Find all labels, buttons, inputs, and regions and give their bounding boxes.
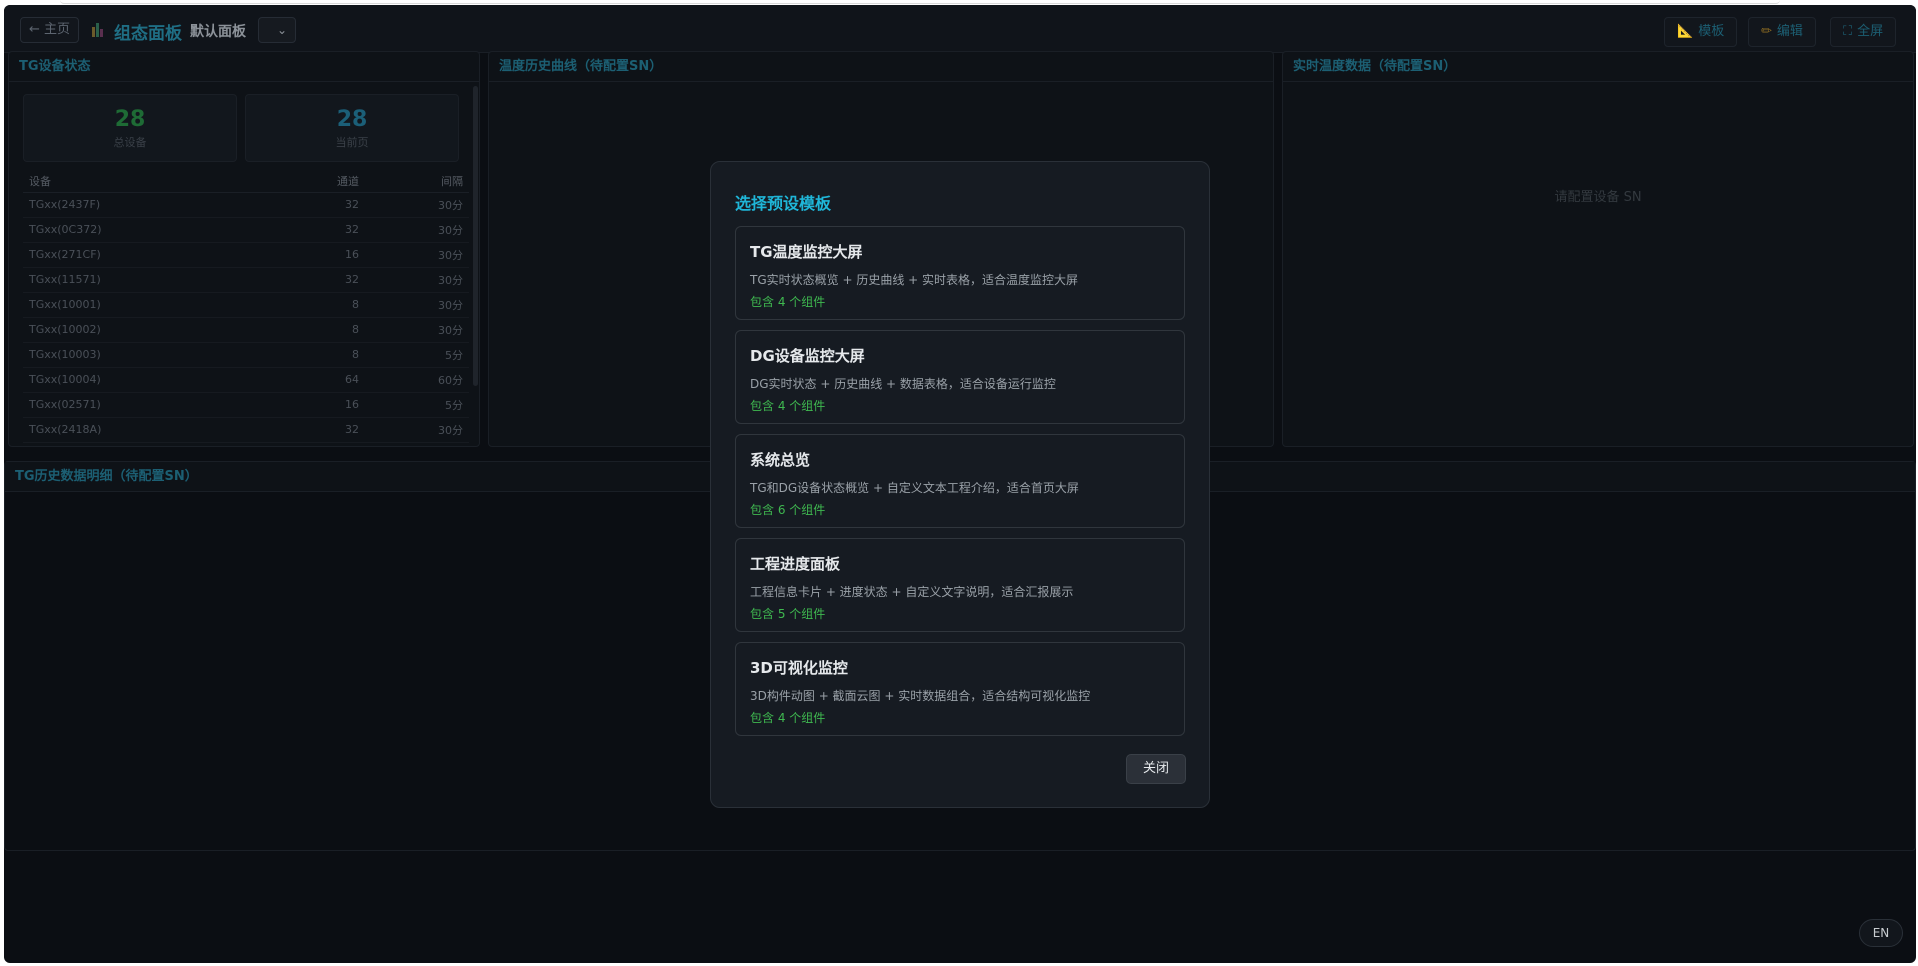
table-cell: 30分 xyxy=(365,267,469,293)
template-name: 3D可视化监控 xyxy=(750,659,848,677)
tg-status-panel: TG设备状态 28 总设备 28 当前页 设备 通道 间隔 TGxx(2437F… xyxy=(8,51,480,447)
template-desc: TG实时状态概览 + 历史曲线 + 实时表格，适合温度监控大屏 xyxy=(750,273,1078,287)
template-count: 包含 6 个组件 xyxy=(750,503,826,517)
window-top-edge xyxy=(60,0,1780,4)
fullscreen-button[interactable]: ⛶ 全屏 xyxy=(1830,17,1897,47)
table-cell: 32 xyxy=(305,192,365,218)
template-modal: 选择预设模板 TG温度监控大屏 TG实时状态概览 + 历史曲线 + 实时表格，适… xyxy=(710,161,1210,808)
template-count: 包含 4 个组件 xyxy=(750,711,826,725)
template-name: 系统总览 xyxy=(750,451,811,469)
table-row[interactable]: TGxx(10001) 8 30分 xyxy=(23,292,469,318)
table-cell: TGxx(11571) xyxy=(23,267,305,293)
table-cell: TGxx(02571) xyxy=(23,392,305,418)
template-name: DG设备监控大屏 xyxy=(750,347,865,365)
table-cell: TGxx(271CF) xyxy=(23,242,305,268)
table-cell: 8 xyxy=(305,342,365,368)
template-desc: 工程信息卡片 + 进度状态 + 自定义文字说明，适合汇报展示 xyxy=(750,585,1074,599)
template-card[interactable]: 系统总览 TG和DG设备状态概览 + 自定义文本工程介绍，适合首页大屏 包含 6… xyxy=(735,434,1185,528)
ruler-icon: 📐 xyxy=(1677,24,1694,39)
table-row[interactable]: TGxx(11571) 32 30分 xyxy=(23,267,469,293)
edit-button-label: 编辑 xyxy=(1776,24,1803,39)
column-header: 通道 xyxy=(305,170,365,193)
table-cell: 30分 xyxy=(365,242,469,268)
table-cell: 5分 xyxy=(365,392,469,418)
table-cell: 16 xyxy=(305,392,365,418)
table-cell: 16 xyxy=(305,242,365,268)
table-row[interactable]: TGxx(2437F) 32 30分 xyxy=(23,192,469,218)
board-select[interactable]: ⌄ xyxy=(258,17,296,43)
board-name: 默认面板 xyxy=(190,24,246,40)
table-row[interactable]: TGxx(0C372) 32 30分 xyxy=(23,217,469,243)
template-button[interactable]: 📐 模板 xyxy=(1664,17,1738,47)
table-cell: TGxx(2418A) xyxy=(23,417,305,443)
table-cell: TGxx(2437F) xyxy=(23,192,305,218)
table-cell: 30分 xyxy=(365,292,469,318)
table-cell: 30分 xyxy=(365,417,469,443)
stat-label: 当前页 xyxy=(335,136,369,149)
template-count: 包含 5 个组件 xyxy=(750,607,826,621)
table-cell: TGxx(10001) xyxy=(23,292,305,318)
template-name: TG温度监控大屏 xyxy=(750,243,863,261)
table-cell: 64 xyxy=(305,367,365,393)
template-name: 工程进度面板 xyxy=(750,555,841,573)
template-card[interactable]: DG设备监控大屏 DG实时状态 + 历史曲线 + 数据表格，适合设备运行监控 包… xyxy=(735,330,1185,424)
table-cell: 60分 xyxy=(365,367,469,393)
template-button-label: 模板 xyxy=(1698,24,1725,39)
table-cell: TGxx(10004) xyxy=(23,367,305,393)
scrollbar[interactable] xyxy=(473,86,478,386)
close-button[interactable]: 关闭 xyxy=(1126,754,1186,784)
page-title: 组态面板 xyxy=(114,24,182,44)
template-desc: 3D构件动图 + 截面云图 + 实时数据组合，适合结构可视化监控 xyxy=(750,689,1091,703)
template-card[interactable]: 工程进度面板 工程信息卡片 + 进度状态 + 自定义文字说明，适合汇报展示 包含… xyxy=(735,538,1185,632)
table-row[interactable]: TGxx(10004) 64 60分 xyxy=(23,367,469,393)
header-bar: ← 主页 组态面板 默认面板 ⌄ 📐 模板 ✏ 编辑 ⛶ 全屏 xyxy=(4,5,1916,53)
table-cell: TGxx(10003) xyxy=(23,342,305,368)
table-row[interactable]: TGxx(10003) 8 5分 xyxy=(23,342,469,368)
table-cell: TGxx(10002) xyxy=(23,317,305,343)
template-card[interactable]: 3D可视化监控 3D构件动图 + 截面云图 + 实时数据组合，适合结构可视化监控… xyxy=(735,642,1185,736)
device-table: 设备 通道 间隔 TGxx(2437F) 32 30分 TGxx(0C372) 32 30… xyxy=(23,170,469,443)
home-button[interactable]: ← 主页 xyxy=(20,17,80,43)
table-cell: 32 xyxy=(305,217,365,243)
table-cell: 8 xyxy=(305,317,365,343)
table-cell: 30分 xyxy=(365,317,469,343)
modal-title: 选择预设模板 xyxy=(735,194,832,213)
column-header: 设备 xyxy=(23,170,305,193)
table-cell: 8 xyxy=(305,292,365,318)
table-cell: TGxx(0C372) xyxy=(23,217,305,243)
template-card[interactable]: TG温度监控大屏 TG实时状态概览 + 历史曲线 + 实时表格，适合温度监控大屏… xyxy=(735,226,1185,320)
table-row[interactable]: TGxx(02571) 16 5分 xyxy=(23,392,469,418)
fullscreen-icon: ⛶ xyxy=(1843,24,1853,39)
edit-button[interactable]: ✏ 编辑 xyxy=(1748,17,1816,47)
table-row[interactable]: TGxx(2418A) 32 30分 xyxy=(23,417,469,443)
template-count: 包含 4 个组件 xyxy=(750,295,826,309)
chevron-down-icon: ⌄ xyxy=(276,23,287,37)
stat-total-devices: 28 总设备 xyxy=(23,94,237,162)
template-count: 包含 4 个组件 xyxy=(750,399,826,413)
empty-placeholder: 请配置设备 SN xyxy=(1554,190,1642,205)
stat-value: 28 xyxy=(114,107,146,132)
panel-title: TG设备状态 xyxy=(9,52,479,82)
bar-chart-icon xyxy=(92,23,106,37)
table-row[interactable]: TGxx(271CF) 16 30分 xyxy=(23,242,469,268)
stat-label: 总设备 xyxy=(113,136,147,149)
panel-title: 实时温度数据（待配置SN） xyxy=(1283,52,1913,82)
realtime-panel: 实时温度数据（待配置SN） 请配置设备 SN xyxy=(1282,51,1914,447)
panel-title: 温度历史曲线（待配置SN） xyxy=(489,52,1273,82)
language-toggle-button[interactable]: EN xyxy=(1859,919,1903,947)
fullscreen-button-label: 全屏 xyxy=(1857,24,1884,39)
table-row[interactable]: TGxx(10002) 8 30分 xyxy=(23,317,469,343)
table-cell: 32 xyxy=(305,267,365,293)
template-desc: TG和DG设备状态概览 + 自定义文本工程介绍，适合首页大屏 xyxy=(750,481,1079,495)
table-cell: 30分 xyxy=(365,192,469,218)
stat-value: 28 xyxy=(336,107,368,132)
column-header: 间隔 xyxy=(365,170,469,193)
table-cell: 5分 xyxy=(365,342,469,368)
stat-current-page: 28 当前页 xyxy=(245,94,459,162)
template-desc: DG实时状态 + 历史曲线 + 数据表格，适合设备运行监控 xyxy=(750,377,1056,391)
pencil-icon: ✏ xyxy=(1761,24,1772,39)
table-cell: 30分 xyxy=(365,217,469,243)
table-cell: 32 xyxy=(305,417,365,443)
